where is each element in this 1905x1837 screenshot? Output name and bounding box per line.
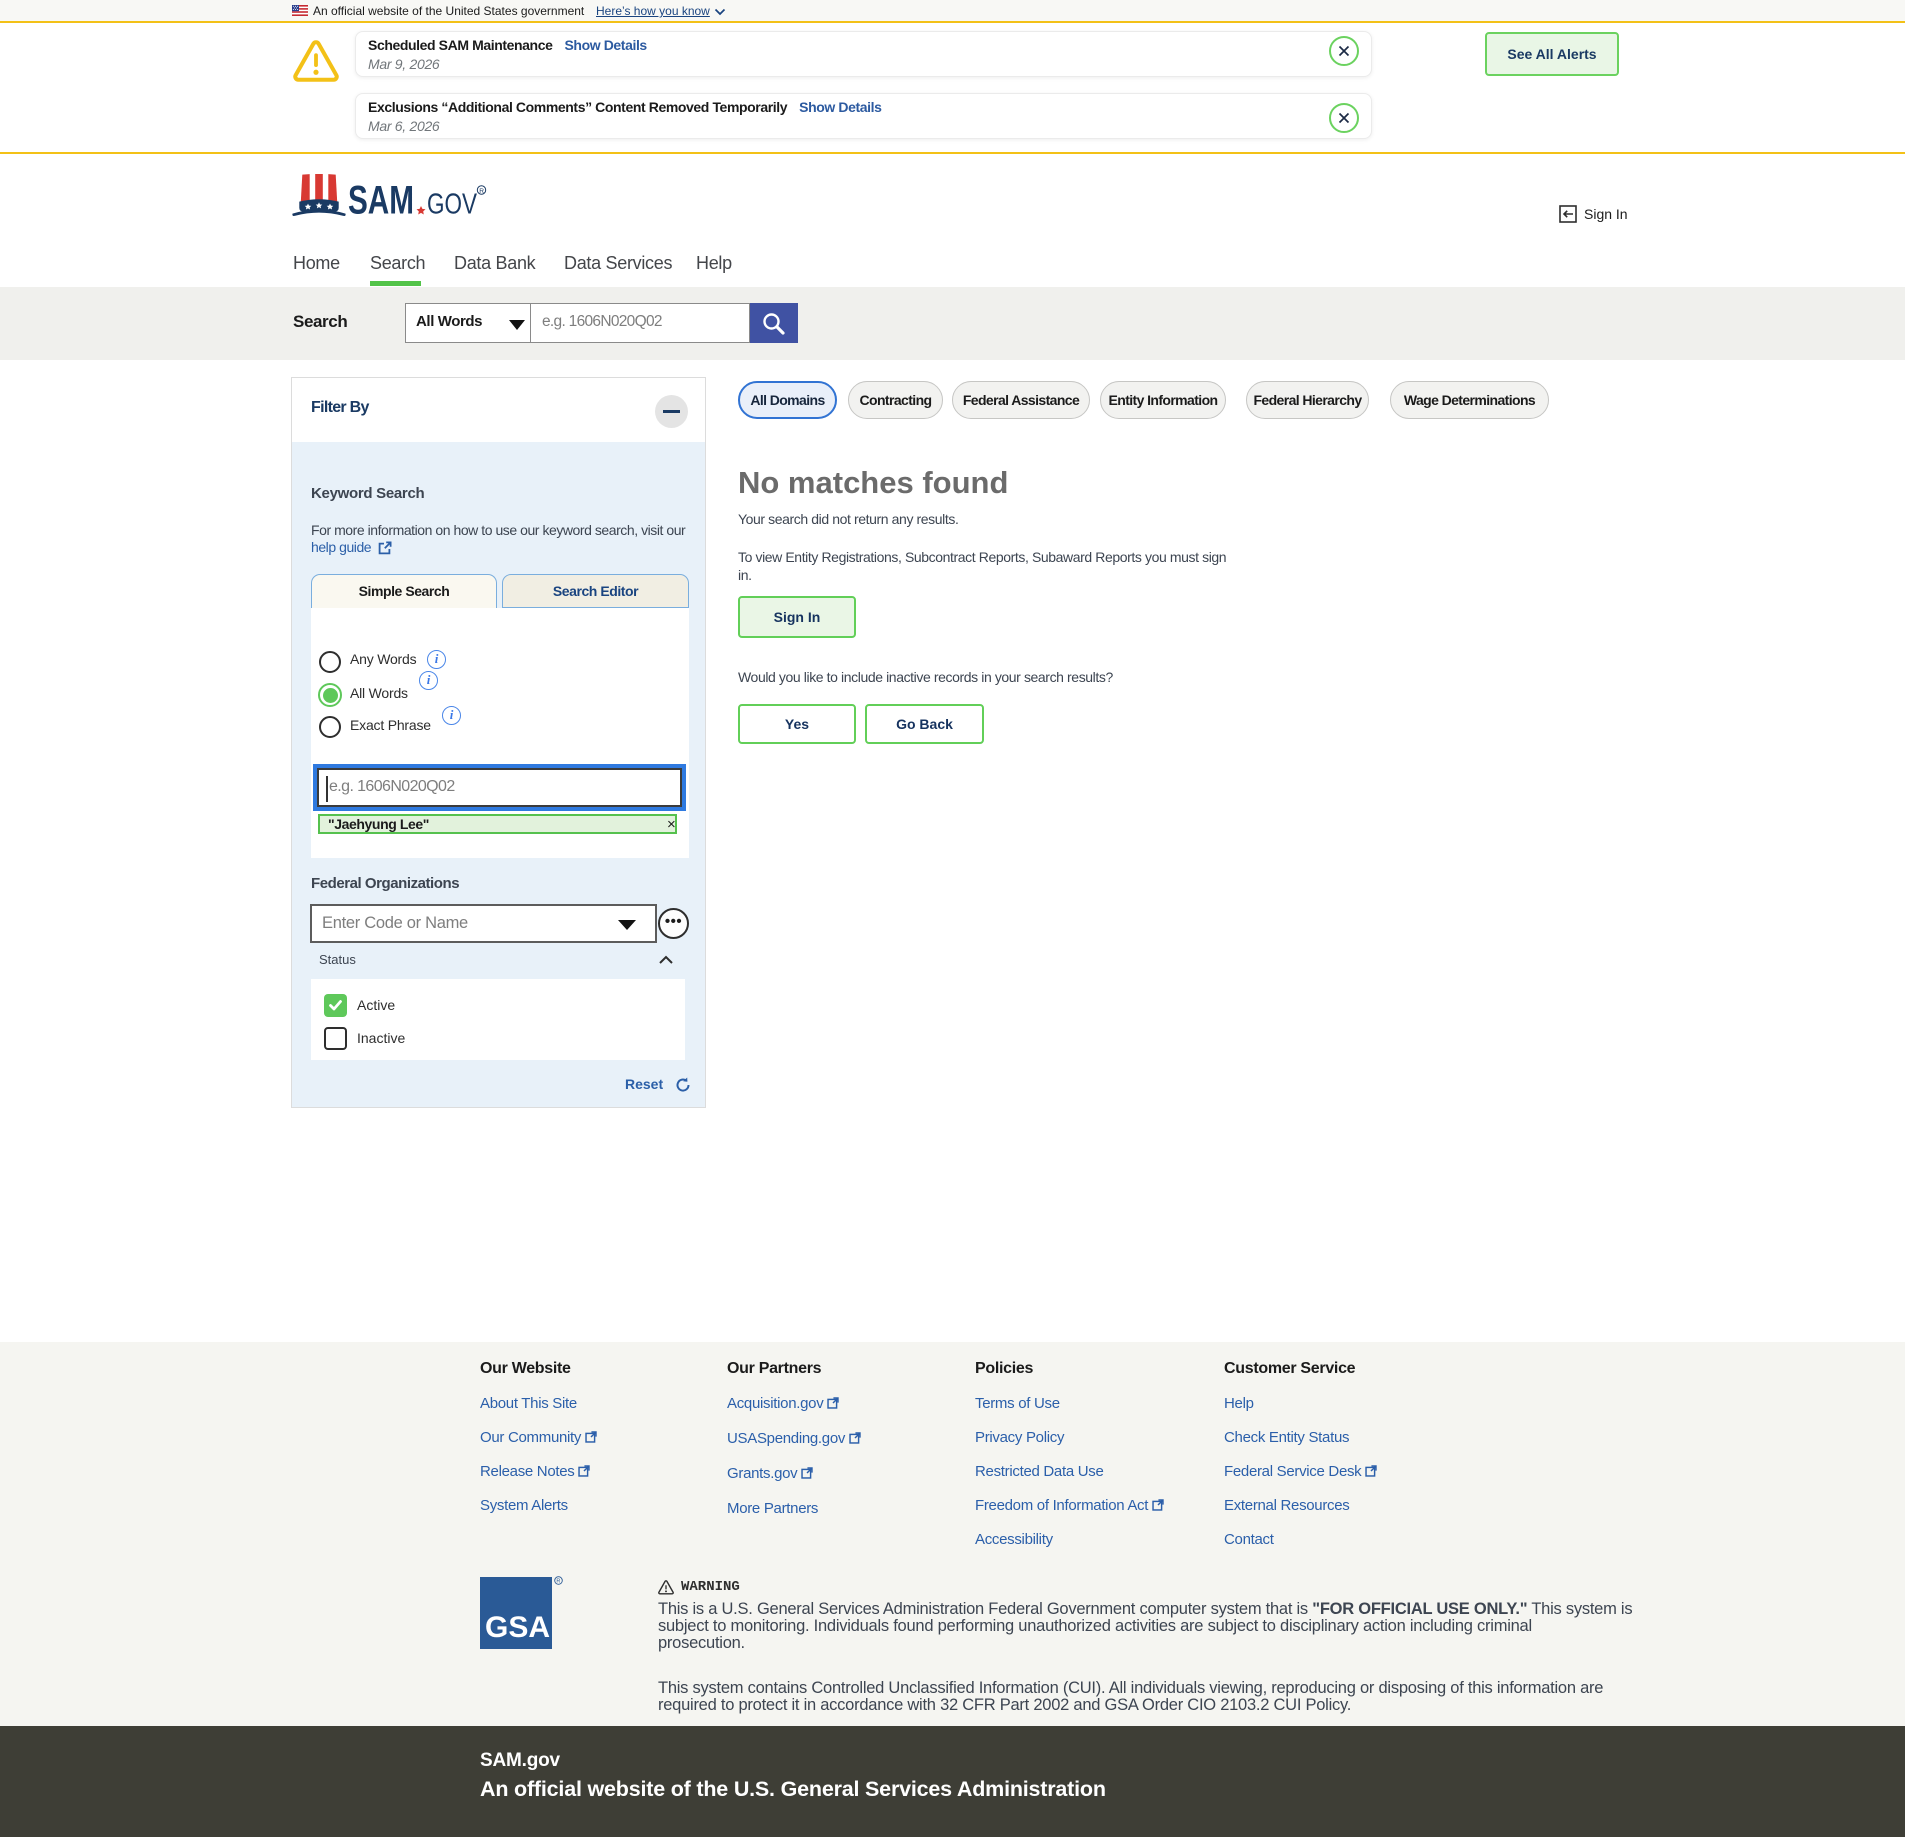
svg-text:GOV: GOV xyxy=(427,189,478,221)
svg-text:R: R xyxy=(556,1579,560,1585)
svg-text:R: R xyxy=(479,188,484,195)
svg-text:SAM: SAM xyxy=(348,179,414,223)
